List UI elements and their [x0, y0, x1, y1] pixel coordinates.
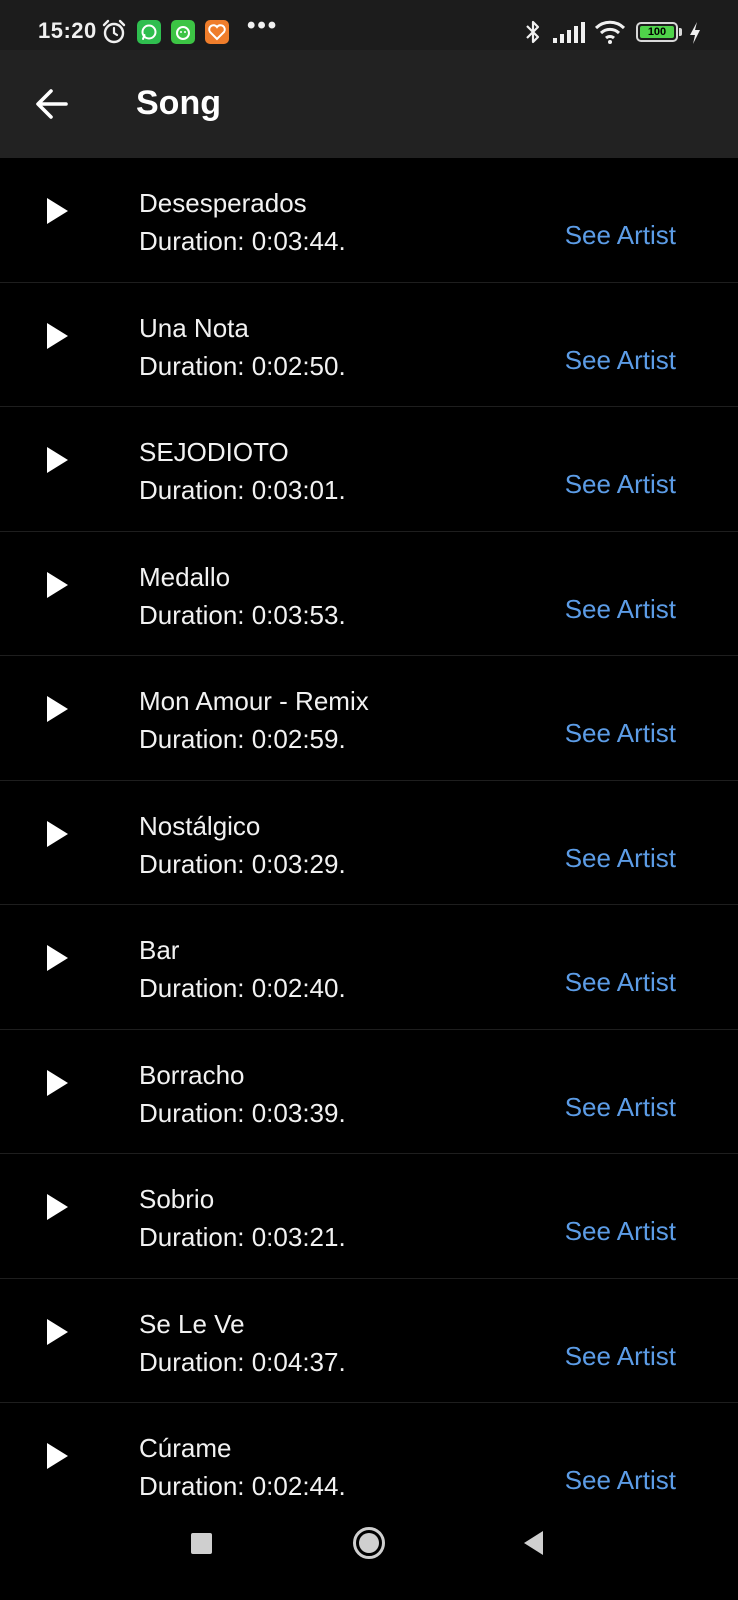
song-title: Bar — [139, 935, 180, 965]
song-duration: Duration: 0:02:59. — [139, 724, 346, 754]
play-icon[interactable] — [44, 196, 70, 226]
signal-icon — [553, 22, 585, 43]
wifi-icon — [594, 20, 626, 44]
song-duration: Duration: 0:03:29. — [139, 848, 346, 879]
song-row: Mon Amour - Remix Duration: 0:02:59. See… — [0, 656, 738, 781]
song-title: Nostálgico — [139, 810, 261, 841]
song-row: Nostálgico Duration: 0:03:29. See Artist — [0, 781, 738, 905]
song-title: SEJODIOTO — [139, 437, 289, 467]
song-row: Bar Duration: 0:02:40. See Artist — [0, 905, 738, 1030]
see-artist-button[interactable]: See Artist — [565, 843, 676, 874]
song-duration: Duration: 0:03:44. — [139, 226, 346, 256]
song-title: Medallo — [139, 561, 231, 592]
song-duration: Duration: 0:03:39. — [139, 1097, 346, 1128]
song-row: Sobrio Duration: 0:03:21. See Artist — [0, 1154, 738, 1279]
song-list: Desesperados Duration: 0:03:44. See Arti… — [0, 158, 738, 1528]
play-icon[interactable] — [44, 819, 70, 849]
page-title: Song — [136, 84, 221, 122]
see-artist-button[interactable]: See Artist — [565, 345, 676, 376]
see-artist-button[interactable]: See Artist — [565, 594, 676, 625]
play-icon[interactable] — [44, 570, 70, 600]
song-title: Sobrio — [139, 1184, 215, 1214]
app-icon — [171, 20, 195, 44]
whatsapp-icon — [137, 20, 161, 44]
app-bar: Song — [0, 50, 738, 158]
see-artist-button[interactable]: See Artist — [565, 469, 676, 500]
see-artist-button[interactable]: See Artist — [565, 1465, 676, 1496]
song-duration: Duration: 0:04:37. — [139, 1346, 346, 1377]
song-title: Una Nota — [139, 312, 249, 343]
charging-icon — [690, 22, 700, 44]
song-row: SEJODIOTO Duration: 0:03:01. See Artist — [0, 407, 738, 532]
alarm-icon — [102, 19, 126, 44]
song-title: Mon Amour - Remix — [139, 686, 369, 716]
play-icon[interactable] — [44, 321, 70, 351]
play-icon[interactable] — [44, 1068, 70, 1098]
song-title: Desesperados — [139, 188, 307, 218]
song-duration: Duration: 0:03:53. — [139, 599, 346, 630]
see-artist-button[interactable]: See Artist — [565, 220, 676, 251]
song-title: Borracho — [139, 1059, 245, 1090]
home-icon[interactable] — [352, 1526, 386, 1560]
status-bar: 15:20 ••• 100 — [0, 0, 738, 50]
system-nav-bar — [0, 1505, 738, 1600]
song-duration: Duration: 0:03:21. — [139, 1222, 346, 1252]
see-artist-button[interactable]: See Artist — [565, 1092, 676, 1123]
see-artist-button[interactable]: See Artist — [565, 1216, 676, 1247]
song-duration: Duration: 0:03:01. — [139, 475, 346, 505]
see-artist-button[interactable]: See Artist — [565, 718, 676, 749]
status-time: 15:20 — [38, 18, 97, 43]
app-icon — [205, 20, 229, 44]
play-icon[interactable] — [44, 1441, 70, 1471]
arrow-left-icon[interactable] — [30, 82, 74, 126]
battery-icon: 100 — [636, 22, 678, 42]
play-icon[interactable] — [44, 943, 70, 973]
play-icon[interactable] — [44, 1192, 70, 1222]
play-icon[interactable] — [44, 445, 70, 475]
see-artist-button[interactable]: See Artist — [565, 1341, 676, 1372]
song-duration: Duration: 0:02:50. — [139, 350, 346, 381]
song-row: Borracho Duration: 0:03:39. See Artist — [0, 1030, 738, 1154]
song-row: Medallo Duration: 0:03:53. See Artist — [0, 532, 738, 656]
song-title: Se Le Ve — [139, 1308, 245, 1339]
more-icon: ••• — [247, 12, 279, 39]
song-duration: Duration: 0:02:40. — [139, 973, 346, 1003]
bluetooth-icon — [526, 20, 540, 44]
play-icon[interactable] — [44, 694, 70, 724]
battery-level: 100 — [640, 26, 674, 38]
song-row: Desesperados Duration: 0:03:44. See Arti… — [0, 158, 738, 283]
recents-icon[interactable] — [191, 1533, 212, 1554]
play-icon[interactable] — [44, 1317, 70, 1347]
song-duration: Duration: 0:02:44. — [139, 1471, 346, 1501]
battery-tip — [679, 28, 682, 36]
song-row: Una Nota Duration: 0:02:50. See Artist — [0, 283, 738, 407]
song-row: Se Le Ve Duration: 0:04:37. See Artist — [0, 1279, 738, 1403]
see-artist-button[interactable]: See Artist — [565, 967, 676, 998]
song-title: Cúrame — [139, 1433, 232, 1463]
back-icon[interactable] — [521, 1529, 547, 1557]
